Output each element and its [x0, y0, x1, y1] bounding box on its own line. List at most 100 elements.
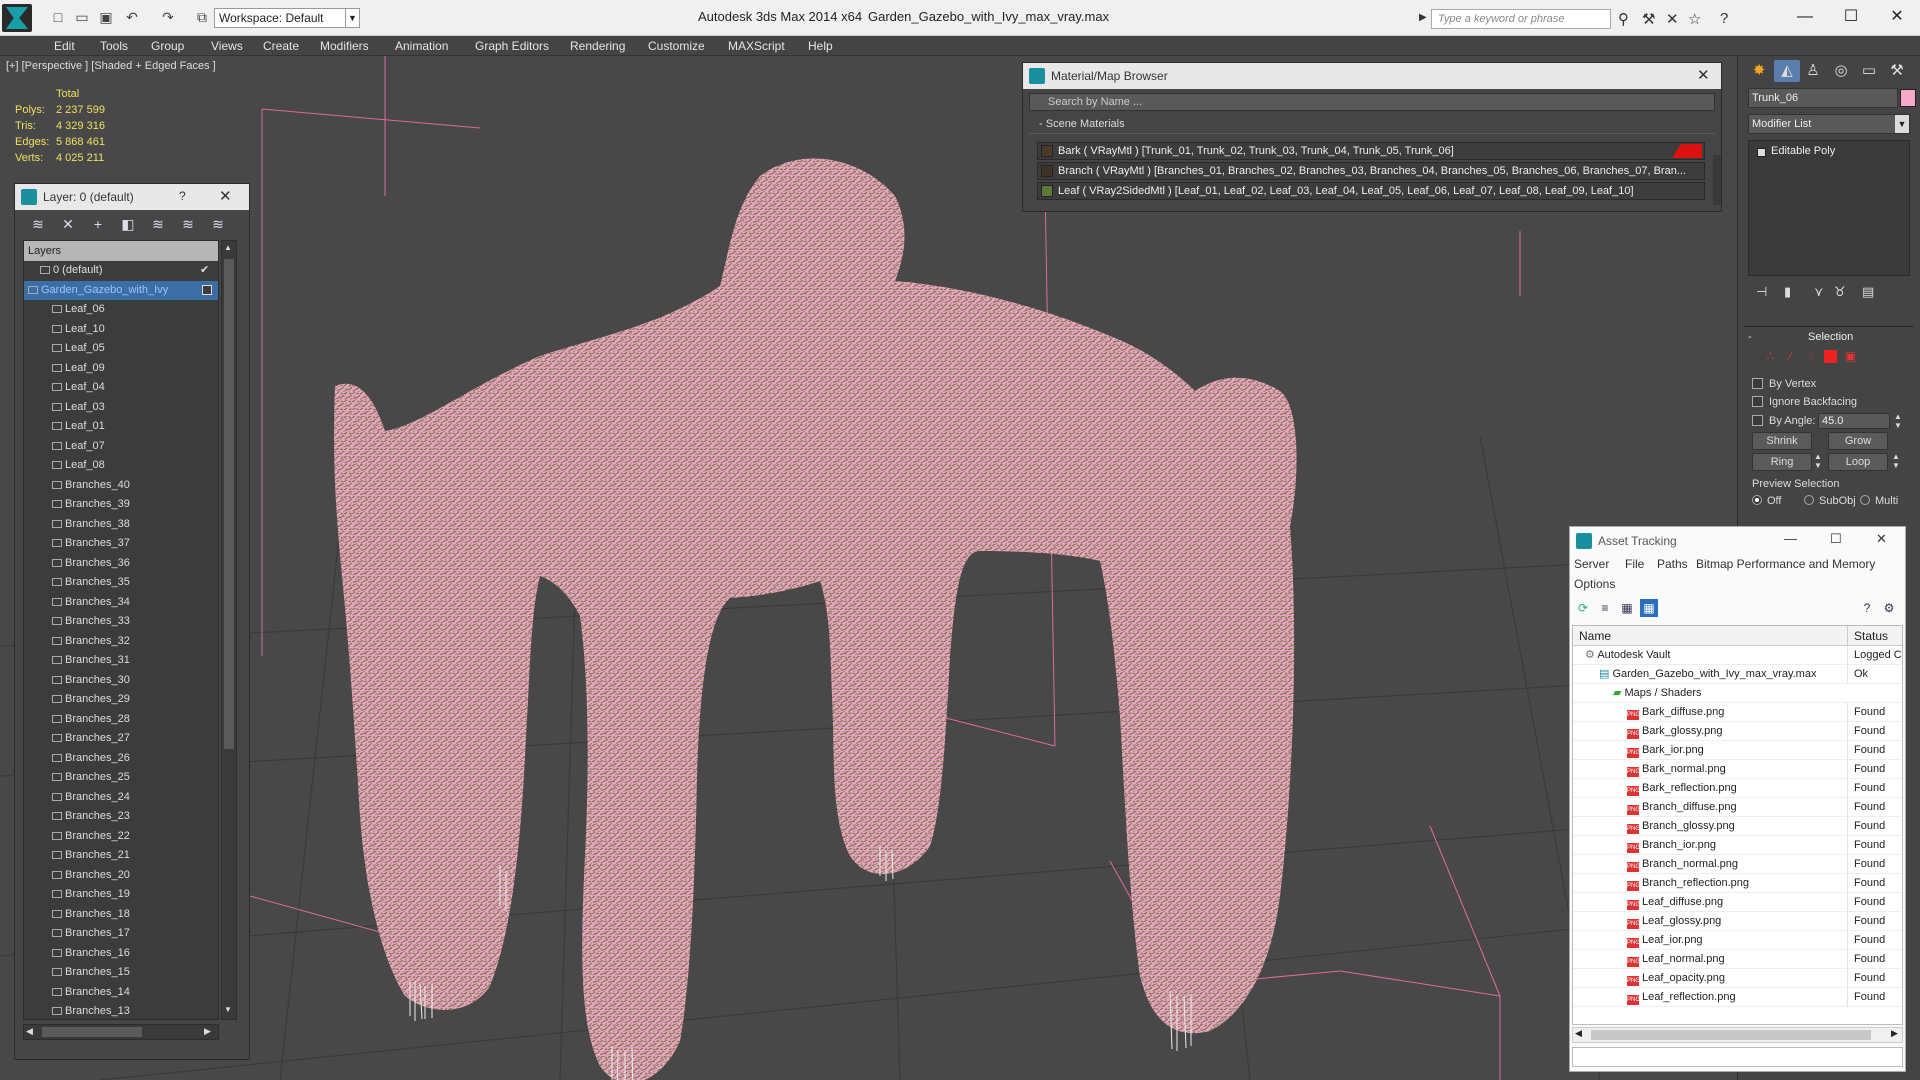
asset-row[interactable]: PNG Branch_diffuse.png Found: [1573, 798, 1902, 817]
redo-icon[interactable]: ↷: [160, 9, 176, 25]
asset-settings-icon[interactable]: ⚙: [1880, 599, 1898, 617]
layer-row[interactable]: Branches_15: [24, 963, 218, 982]
layer-row[interactable]: Garden_Gazebo_with_Ivy: [24, 280, 218, 300]
shrink-button[interactable]: Shrink: [1752, 432, 1812, 450]
radio-icon[interactable]: [1804, 495, 1814, 505]
layer-row[interactable]: Leaf_01: [24, 417, 218, 436]
layer-row[interactable]: Leaf_08: [24, 456, 218, 475]
radio-icon[interactable]: [1752, 495, 1762, 505]
asset-row[interactable]: PNG Bark_ior.png Found: [1573, 741, 1902, 760]
layer-list-header[interactable]: Layers: [24, 241, 218, 261]
layer-row[interactable]: Branches_40: [24, 476, 218, 495]
asset-minimize-icon[interactable]: —: [1784, 531, 1797, 546]
checkbox-icon[interactable]: [1752, 378, 1763, 389]
rollout-collapse-icon[interactable]: -: [1748, 331, 1752, 343]
layer-scroll-thumb[interactable]: [224, 259, 234, 749]
layer-row[interactable]: Branches_34: [24, 593, 218, 612]
asset-maximize-icon[interactable]: ☐: [1830, 531, 1842, 547]
asset-row[interactable]: PNG Branch_glossy.png Found: [1573, 817, 1902, 836]
layer-close-icon[interactable]: ✕: [219, 187, 232, 205]
layer-row[interactable]: Leaf_10: [24, 320, 218, 339]
asset-menu-paths[interactable]: Paths: [1657, 557, 1688, 571]
layer-row[interactable]: Branches_26: [24, 749, 218, 768]
minimize-icon[interactable]: —: [1782, 4, 1828, 30]
asset-path-field[interactable]: [1572, 1047, 1903, 1067]
by-vertex-checkbox[interactable]: By Vertex: [1752, 378, 1816, 390]
menu-create[interactable]: Create: [263, 39, 299, 53]
modifier-list-dropdown[interactable]: Modifier List ▼: [1748, 114, 1910, 134]
list-view-icon[interactable]: ≡: [1596, 599, 1614, 617]
border-mode-icon[interactable]: ◌: [1804, 350, 1817, 363]
layer-row[interactable]: Branches_19: [24, 885, 218, 904]
open-file-icon[interactable]: ▭: [74, 9, 90, 25]
current-layer-check-icon[interactable]: ✔: [200, 261, 209, 280]
edge-mode-icon[interactable]: ⁄: [1784, 350, 1797, 363]
asset-row[interactable]: PNG Branch_reflection.png Found: [1573, 874, 1902, 893]
vertex-mode-icon[interactable]: ∴: [1764, 350, 1777, 363]
layer-row[interactable]: Branches_32: [24, 632, 218, 651]
layer-row[interactable]: Leaf_04: [24, 378, 218, 397]
angle-spinner[interactable]: 45.0: [1818, 413, 1890, 429]
loop-button[interactable]: Loop: [1828, 453, 1888, 471]
modifier-stack[interactable]: Editable Poly: [1748, 140, 1910, 276]
asset-row[interactable]: PNG Branch_ior.png Found: [1573, 836, 1902, 855]
search-input[interactable]: Type a keyword or phrase: [1431, 9, 1611, 29]
radio-icon[interactable]: [1860, 495, 1870, 505]
asset-row[interactable]: ⚙ Autodesk Vault Logged C: [1573, 646, 1902, 665]
layer-row[interactable]: Leaf_05: [24, 339, 218, 358]
collapse-icon[interactable]: -: [1039, 118, 1046, 130]
layer-vertical-scrollbar[interactable]: ▲ ▼: [221, 240, 237, 1020]
asset-row[interactable]: PNG Leaf_opacity.png Found: [1573, 969, 1902, 988]
asset-row[interactable]: PNG Leaf_glossy.png Found: [1573, 912, 1902, 931]
layer-row[interactable]: Leaf_07: [24, 437, 218, 456]
by-angle-checkbox[interactable]: By Angle:: [1752, 415, 1815, 427]
asset-row[interactable]: PNG Leaf_diffuse.png Found: [1573, 893, 1902, 912]
menu-tools[interactable]: Tools: [100, 39, 128, 53]
create-tab-icon[interactable]: ✸: [1746, 60, 1772, 82]
asset-row[interactable]: PNG Bark_diffuse.png Found: [1573, 703, 1902, 722]
column-name[interactable]: Name: [1579, 629, 1611, 643]
asset-help-icon[interactable]: ?: [1858, 599, 1876, 617]
undo-icon[interactable]: ↶: [124, 9, 140, 25]
asset-scroll-thumb[interactable]: [1591, 1030, 1871, 1040]
asset-menu-options[interactable]: Options: [1574, 577, 1615, 591]
menu-help[interactable]: Help: [808, 39, 833, 53]
polygon-mode-icon[interactable]: [1824, 350, 1837, 363]
layer-row[interactable]: Branches_16: [24, 944, 218, 963]
select-objects-icon[interactable]: ◧: [119, 216, 137, 234]
workspace-dropdown[interactable]: Workspace: Default ▼: [214, 8, 360, 28]
hold-icon[interactable]: ⧉: [194, 9, 210, 25]
display-tab-icon[interactable]: ▭: [1856, 60, 1882, 82]
layer-row[interactable]: Branches_36: [24, 554, 218, 573]
asset-row[interactable]: PNG Leaf_reflection.png Found: [1573, 988, 1902, 1007]
show-end-result-icon[interactable]: ▮: [1784, 284, 1791, 300]
layer-row[interactable]: Leaf_03: [24, 398, 218, 417]
layer-row[interactable]: Branches_18: [24, 905, 218, 924]
material-browser-scrollbar[interactable]: [1713, 155, 1721, 205]
highlight-layer-icon[interactable]: ≋: [149, 216, 167, 234]
layer-row[interactable]: Branches_30: [24, 671, 218, 690]
asset-row[interactable]: ▤ Garden_Gazebo_with_Ivy_max_vray.max Ok: [1573, 665, 1902, 684]
preview-subobj-radio[interactable]: SubObj: [1804, 495, 1856, 507]
asset-table[interactable]: Name Status ⚙ Autodesk Vault Logged C ▤ Ga…: [1572, 625, 1903, 1025]
layer-row[interactable]: Branches_29: [24, 690, 218, 709]
layer-horizontal-scrollbar[interactable]: ◀ ▶: [23, 1024, 219, 1040]
layer-row[interactable]: Branches_23: [24, 807, 218, 826]
asset-menu-bitmap[interactable]: Bitmap Performance and Memory: [1696, 557, 1875, 571]
scroll-right-icon[interactable]: ▶: [1891, 1028, 1898, 1039]
asset-close-icon[interactable]: ✕: [1876, 531, 1887, 547]
layer-row[interactable]: Branches_17: [24, 924, 218, 943]
pin-stack-icon[interactable]: ⊣: [1756, 284, 1767, 300]
element-mode-icon[interactable]: ▣: [1844, 350, 1857, 363]
spinner-arrows-icon[interactable]: ▲ ▼: [1894, 412, 1902, 430]
hide-all-icon[interactable]: ≋: [179, 216, 197, 234]
asset-row[interactable]: PNG Bark_reflection.png Found: [1573, 779, 1902, 798]
asset-row[interactable]: PNG Bark_glossy.png Found: [1573, 722, 1902, 741]
asset-row[interactable]: PNG Leaf_ior.png Found: [1573, 931, 1902, 950]
remove-modifier-icon[interactable]: ♉: [1834, 284, 1846, 300]
material-row-bark[interactable]: Bark ( VRayMtl ) [Trunk_01, Trunk_02, Tr…: [1037, 142, 1705, 160]
menu-animation[interactable]: Animation: [395, 39, 448, 53]
binoculars-icon[interactable]: ⚲: [1618, 10, 1629, 28]
grow-button[interactable]: Grow: [1828, 432, 1888, 450]
layer-row[interactable]: Branches_25: [24, 768, 218, 787]
